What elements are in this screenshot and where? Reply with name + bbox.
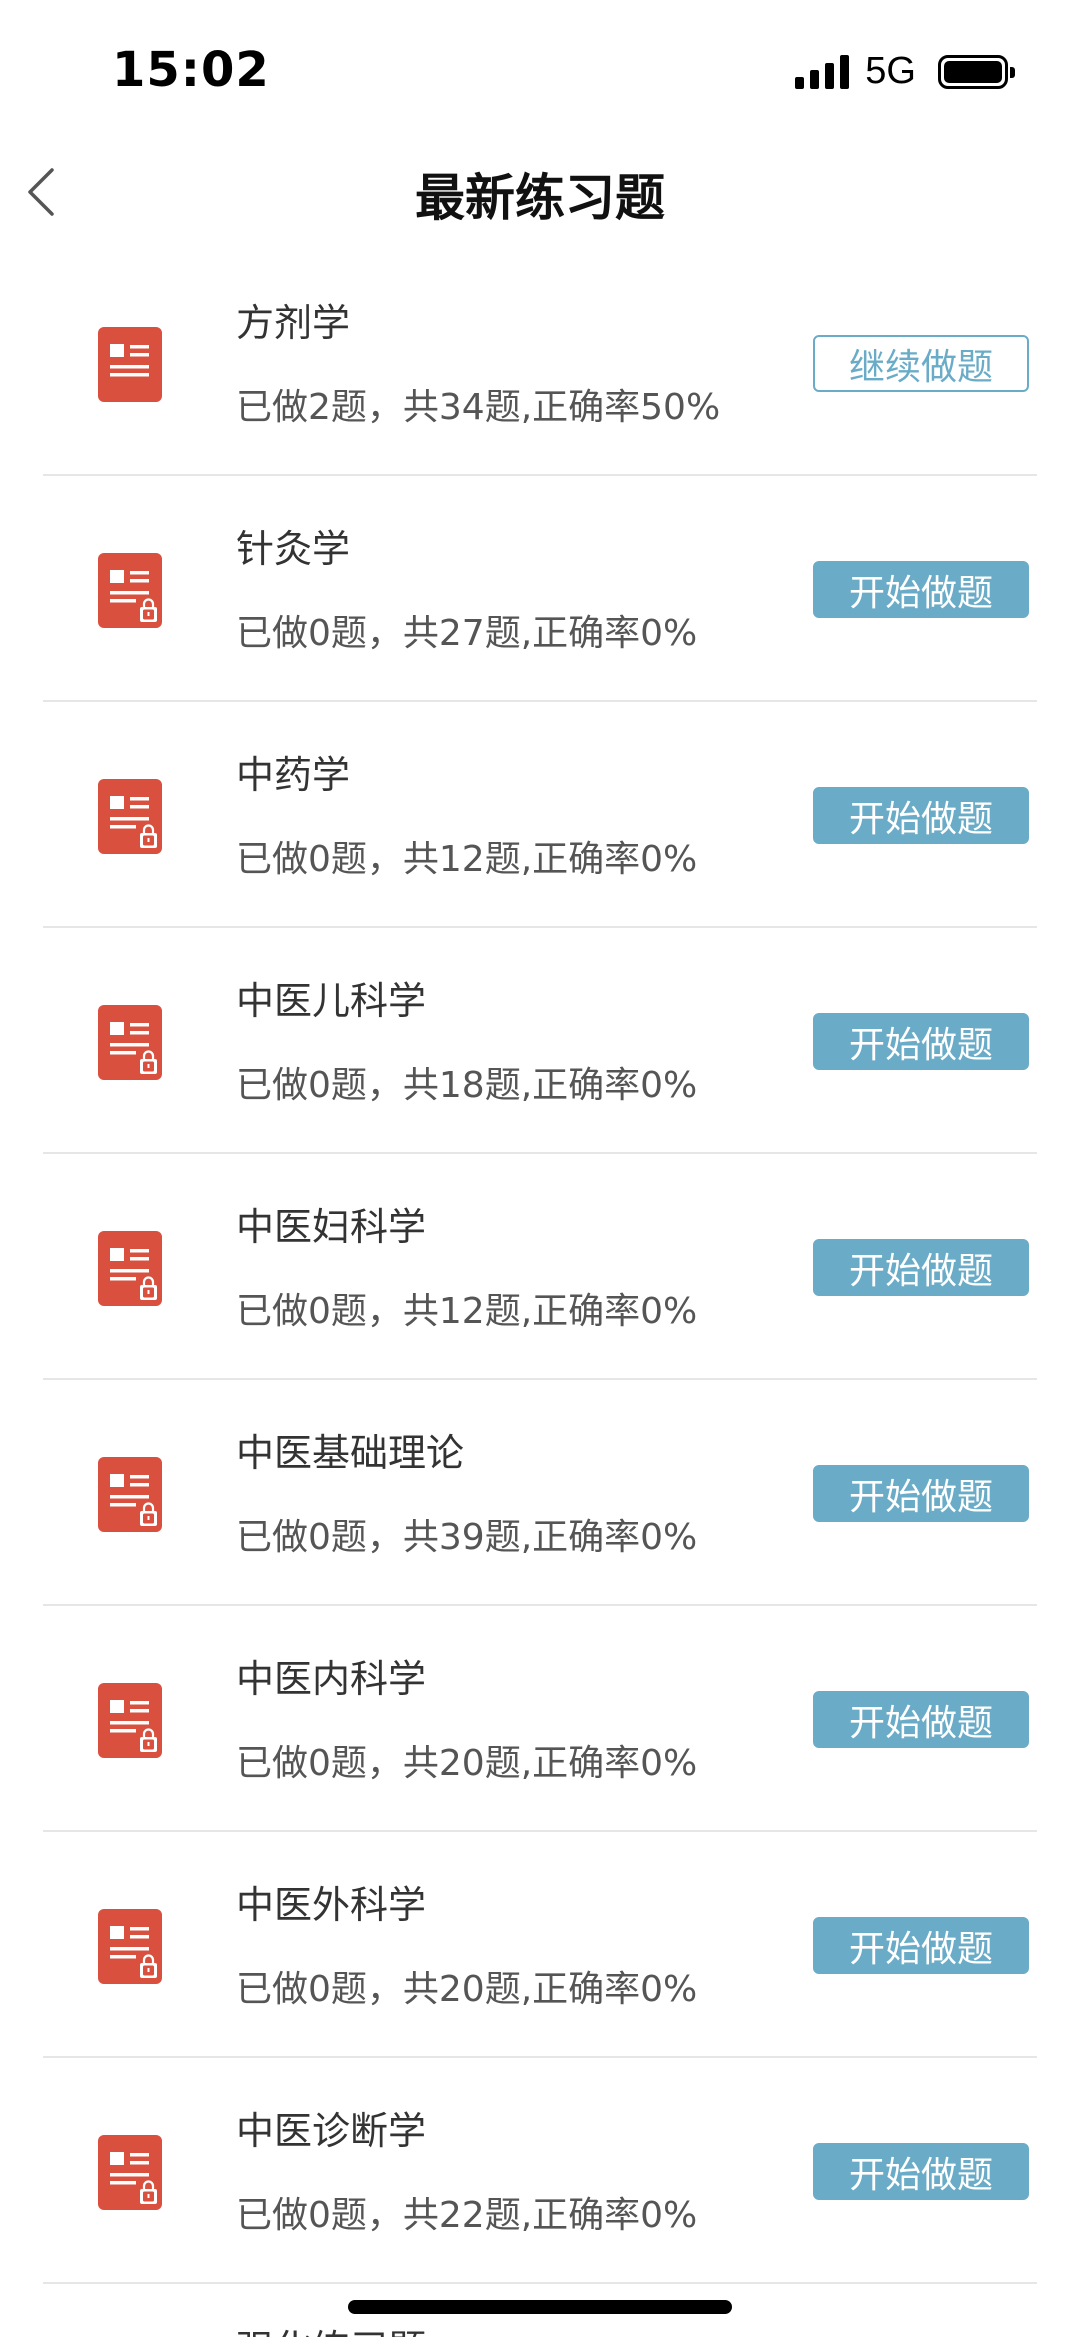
item-title: 方剂学 (236, 301, 351, 345)
list-item[interactable]: 中医儿科学已做0题，共18题,正确率0% 开始做题 (43, 928, 1037, 1154)
start-exercise-button[interactable]: 开始做题 (813, 1917, 1029, 1974)
start-exercise-button[interactable]: 开始做题 (813, 1013, 1029, 1070)
list-item[interactable]: 中医诊断学已做0题，共22题,正确率0% 开始做题 (43, 2058, 1037, 2284)
locked-document-icon (98, 1683, 162, 1758)
item-title: 中医儿科学 (236, 979, 427, 1023)
locked-document-icon (98, 779, 162, 854)
exercise-list: 方剂学已做2题，共34题,正确率50% 继续做题针灸学已做0题，共27题,正确率0… (43, 250, 1037, 2284)
list-item[interactable]: 中药学已做0题，共12题,正确率0% 开始做题 (43, 702, 1037, 928)
item-title: 中医内科学 (236, 1657, 427, 1701)
item-stats: 已做0题，共22题,正确率0% (236, 2195, 698, 2236)
item-title: 中医诊断学 (236, 2109, 427, 2153)
item-stats: 已做0题，共12题,正确率0% (236, 839, 698, 880)
partial-list-item-title[interactable]: 强化练习题 (236, 2318, 426, 2337)
status-bar: 15:02 5G (0, 0, 1080, 140)
battery-icon (938, 54, 1015, 89)
list-item[interactable]: 中医内科学已做0题，共20题,正确率0% 开始做题 (43, 1606, 1037, 1832)
item-stats: 已做2题，共34题,正确率50% (236, 387, 721, 428)
document-icon (98, 327, 162, 402)
page-title: 最新练习题 (415, 169, 665, 227)
item-stats: 已做0题，共39题,正确率0% (236, 1517, 698, 1558)
item-title: 中医外科学 (236, 1883, 427, 1927)
start-exercise-button[interactable]: 开始做题 (813, 1465, 1029, 1522)
list-item[interactable]: 中医基础理论已做0题，共39题,正确率0% 开始做题 (43, 1380, 1037, 1606)
locked-document-icon (98, 1231, 162, 1306)
status-icons: 5G (795, 50, 1015, 93)
locked-document-icon (98, 2135, 162, 2210)
start-exercise-button[interactable]: 开始做题 (813, 561, 1029, 618)
start-exercise-button[interactable]: 开始做题 (813, 2143, 1029, 2200)
locked-document-icon (98, 1909, 162, 1984)
status-time: 15:02 (112, 42, 270, 98)
item-stats: 已做0题，共18题,正确率0% (236, 1065, 698, 1106)
network-type: 5G (865, 50, 916, 92)
list-item[interactable]: 中医妇科学已做0题，共12题,正确率0% 开始做题 (43, 1154, 1037, 1380)
item-title: 中药学 (236, 753, 351, 797)
item-stats: 已做0题，共27题,正确率0% (236, 613, 698, 654)
locked-document-icon (98, 553, 162, 628)
item-stats: 已做0题，共20题,正确率0% (236, 1969, 698, 2010)
list-item[interactable]: 方剂学已做2题，共34题,正确率50% 继续做题 (43, 250, 1037, 476)
list-item[interactable]: 针灸学已做0题，共27题,正确率0% 开始做题 (43, 476, 1037, 702)
signal-icon (795, 54, 850, 89)
item-stats: 已做0题，共20题,正确率0% (236, 1743, 698, 1784)
nav-bar: 最新练习题 (0, 140, 1080, 250)
item-title: 中医妇科学 (236, 1205, 427, 1249)
home-indicator[interactable] (348, 2300, 732, 2314)
start-exercise-button[interactable]: 开始做题 (813, 1691, 1029, 1748)
locked-document-icon (98, 1457, 162, 1532)
app-screen: 15:02 5G 最新练习题 方剂学已做2题，共34题,正确率50% 继续做题针灸… (0, 0, 1080, 2337)
item-stats: 已做0题，共12题,正确率0% (236, 1291, 698, 1332)
locked-document-icon (98, 1005, 162, 1080)
start-exercise-button[interactable]: 开始做题 (813, 787, 1029, 844)
start-exercise-button[interactable]: 开始做题 (813, 1239, 1029, 1296)
item-title: 中医基础理论 (236, 1431, 465, 1475)
item-title: 针灸学 (236, 527, 351, 571)
continue-exercise-button[interactable]: 继续做题 (813, 335, 1029, 392)
list-item[interactable]: 中医外科学已做0题，共20题,正确率0% 开始做题 (43, 1832, 1037, 2058)
